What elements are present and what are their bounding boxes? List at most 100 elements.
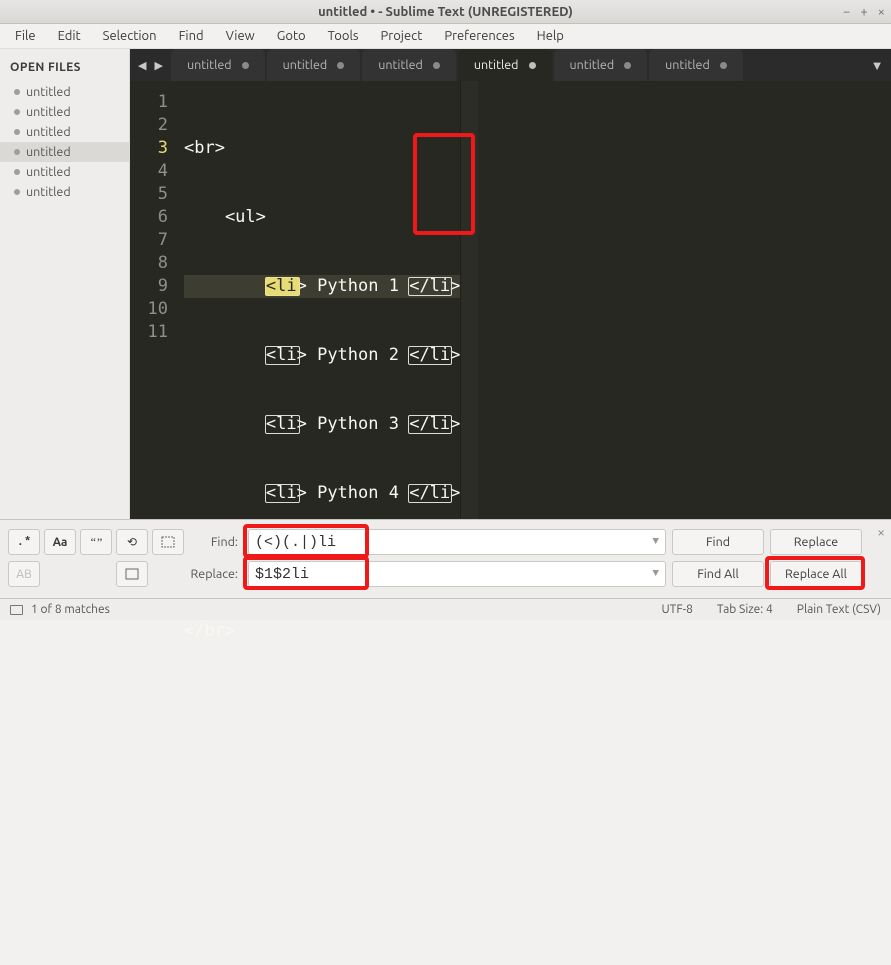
line-number: 7 <box>130 229 168 252</box>
tab[interactable]: untitled <box>267 49 361 81</box>
status-matches: 1 of 8 matches <box>31 603 110 616</box>
in-selection-toggle[interactable] <box>152 529 184 555</box>
menu-view[interactable]: View <box>217 26 264 46</box>
open-file-item[interactable]: untitled <box>0 82 129 102</box>
tab-label: untitled <box>665 58 710 72</box>
tab[interactable]: untitled <box>362 49 456 81</box>
dirty-dot-icon <box>14 109 20 115</box>
tab[interactable]: untitled <box>554 49 648 81</box>
tab-label: untitled <box>283 58 328 72</box>
panel-switch-icon[interactable] <box>10 605 23 615</box>
menu-preferences[interactable]: Preferences <box>435 26 523 46</box>
history-dropdown-icon[interactable]: ▼ <box>652 536 659 548</box>
close-icon[interactable]: × <box>878 5 885 19</box>
window-title: untitled • - Sublime Text (UNREGISTERED) <box>318 5 573 19</box>
open-file-label: untitled <box>26 185 71 199</box>
tab[interactable]: untitled <box>171 49 265 81</box>
wrap-toggle[interactable]: ⟲ <box>116 529 148 555</box>
line-number: 10 <box>130 298 168 321</box>
find-input-value: (<)(.|)li <box>255 534 336 551</box>
tab-label: untitled <box>570 58 615 72</box>
tab-scroll-left-icon[interactable]: ◀ <box>138 59 146 72</box>
menu-selection[interactable]: Selection <box>94 26 166 46</box>
menu-help[interactable]: Help <box>528 26 573 46</box>
code-line: <ul> <box>184 206 460 229</box>
code-editor[interactable]: 1 2 3 4 5 6 7 8 9 10 11 <br> <ul> <li> P… <box>130 81 891 519</box>
menu-find[interactable]: Find <box>170 26 213 46</box>
status-tabsize[interactable]: Tab Size: 4 <box>717 603 773 616</box>
line-gutter: 1 2 3 4 5 6 7 8 9 10 11 <box>130 81 178 519</box>
open-file-label: untitled <box>26 165 71 179</box>
find-input[interactable]: (<)(.|)li ▼ <box>248 529 666 555</box>
code-line <box>184 758 460 781</box>
status-encoding[interactable]: UTF-8 <box>661 603 692 616</box>
tab[interactable]: untitled <box>649 49 743 81</box>
replace-label: Replace: <box>190 567 242 581</box>
code-line: <li> Python 2 </li> <box>184 344 460 367</box>
preserve-case-toggle[interactable]: AB <box>8 561 40 587</box>
open-file-item[interactable]: untitled <box>0 102 129 122</box>
dirty-dot-icon <box>720 62 727 69</box>
open-file-label: untitled <box>26 105 71 119</box>
tab-label: untitled <box>187 58 232 72</box>
dirty-dot-icon <box>624 62 631 69</box>
line-number: 3 <box>130 137 168 160</box>
line-number: 9 <box>130 275 168 298</box>
code-line: <li> Python 1 </li> <box>184 275 460 298</box>
open-file-label: untitled <box>26 125 71 139</box>
line-number: 1 <box>130 91 168 114</box>
title-bar: untitled • - Sublime Text (UNREGISTERED)… <box>0 0 891 24</box>
replace-input[interactable]: $1$2li ▼ <box>248 561 666 587</box>
sidebar: OPEN FILES untitled untitled untitled un… <box>0 49 130 519</box>
regex-toggle[interactable]: .* <box>8 529 40 555</box>
line-number: 5 <box>130 183 168 206</box>
minimap[interactable] <box>460 81 478 519</box>
whole-word-toggle[interactable]: “ ” <box>80 529 112 555</box>
open-file-item[interactable]: untitled <box>0 122 129 142</box>
code-line <box>184 827 460 850</box>
replace-button[interactable]: Replace <box>770 529 862 555</box>
dirty-dot-icon <box>242 62 249 69</box>
find-replace-panel: × .* Aa “ ” ⟲ Find: (<)(.|)li ▼ Find Rep… <box>0 519 891 598</box>
menu-project[interactable]: Project <box>372 26 432 46</box>
find-all-button[interactable]: Find All <box>672 561 764 587</box>
dirty-dot-icon <box>14 89 20 95</box>
status-syntax[interactable]: Plain Text (CSV) <box>797 603 881 616</box>
code-line <box>184 689 460 712</box>
code-line: <li> Python 3 </li> <box>184 413 460 436</box>
tab[interactable]: untitled <box>458 49 552 81</box>
open-file-label: untitled <box>26 145 71 159</box>
sidebar-heading: OPEN FILES <box>0 57 129 82</box>
line-number: 8 <box>130 252 168 275</box>
dirty-dot-icon <box>14 189 20 195</box>
open-file-item[interactable]: untitled <box>0 182 129 202</box>
case-sensitive-toggle[interactable]: Aa <box>44 529 76 555</box>
dirty-dot-icon <box>433 62 440 69</box>
tab-strip: ◀ ▶ untitled untitled untitled untitled … <box>130 49 891 81</box>
open-file-label: untitled <box>26 85 71 99</box>
line-number: 6 <box>130 206 168 229</box>
menu-edit[interactable]: Edit <box>49 26 90 46</box>
close-panel-icon[interactable]: × <box>877 524 885 540</box>
dirty-dot-icon <box>14 129 20 135</box>
tab-overflow-icon[interactable]: ▼ <box>863 49 891 81</box>
history-dropdown-icon[interactable]: ▼ <box>652 568 659 580</box>
code-line: <li> Python 4 </li> <box>184 482 460 505</box>
find-button[interactable]: Find <box>672 529 764 555</box>
tab-scroll-right-icon[interactable]: ▶ <box>154 59 162 72</box>
code-line: </br> <box>184 620 460 643</box>
tab-label: untitled <box>474 58 519 72</box>
dirty-dot-icon <box>529 62 536 69</box>
minimize-icon[interactable]: − <box>843 5 850 19</box>
menu-tools[interactable]: Tools <box>319 26 368 46</box>
dirty-dot-icon <box>14 149 20 155</box>
replace-all-button[interactable]: Replace All <box>770 561 862 587</box>
menu-goto[interactable]: Goto <box>268 26 315 46</box>
maximize-icon[interactable]: + <box>860 5 867 19</box>
dirty-dot-icon <box>14 169 20 175</box>
line-number: 4 <box>130 160 168 183</box>
open-file-item[interactable]: untitled <box>0 142 129 162</box>
highlight-toggle[interactable] <box>116 561 148 587</box>
menu-file[interactable]: File <box>6 26 45 46</box>
open-file-item[interactable]: untitled <box>0 162 129 182</box>
